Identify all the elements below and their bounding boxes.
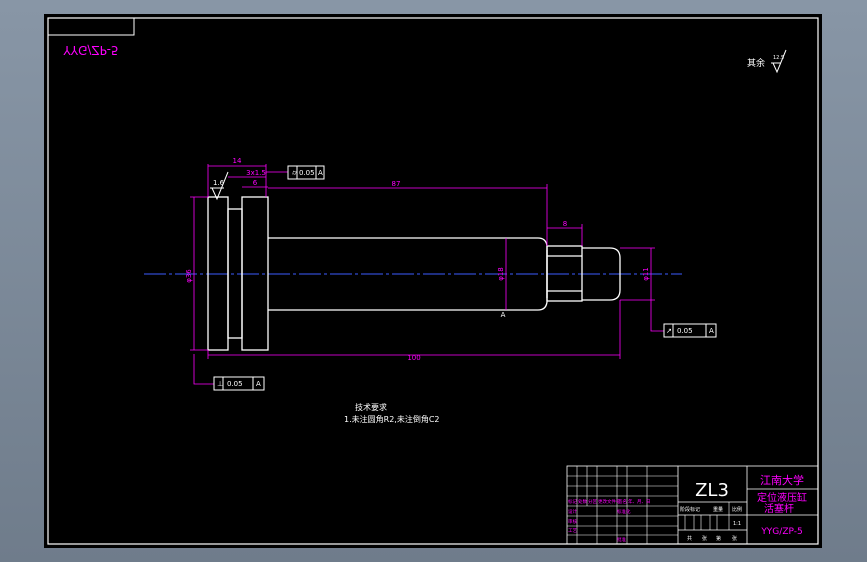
technical-notes: 技术要求 1.未注圆角R2,未注倒角C2 (344, 402, 440, 424)
roughness-value: 12.5 (773, 55, 784, 61)
drawing-canvas: YYG/ZP-5 其余 12.5 14 3x1.5 6 87 8 100 φ36… (47, 17, 819, 545)
title-block-texts: ZL3 江南大学 定位液压缸 活塞杆 YYG/ZP-5 阶段标记 重量 比例 1… (568, 473, 807, 543)
dim-87: 87 (392, 180, 401, 188)
gdt-bottom-datum: A (256, 380, 261, 388)
dim-dia-36: φ36 (185, 269, 193, 283)
gdt-top-tol: 0.05 (299, 169, 315, 177)
role-approve: 批准 (617, 536, 626, 543)
role-design: 设计 (568, 508, 577, 515)
dim-100: 100 (407, 354, 420, 362)
roughness-symbol-icon (772, 49, 787, 74)
weight-label: 重量 (713, 506, 723, 513)
part-name-line1: 定位液压缸 (757, 491, 807, 504)
dim-groove: 3x1.5 (246, 169, 266, 177)
gdt-frame-bottom: ⊥ 0.05 A (213, 376, 265, 391)
notes-title: 技术要求 (355, 402, 387, 412)
header-count: 处数 (578, 498, 587, 505)
role-review: 审核 (568, 518, 577, 525)
header-date: 年、月、日 (628, 498, 651, 505)
stage-label: 阶段标记 (680, 506, 700, 513)
header-mark: 标记 (568, 498, 577, 505)
datum-marker: A (501, 311, 506, 319)
dim-14: 14 (233, 157, 242, 165)
dim-dia-18: φ18 (497, 267, 505, 281)
face-roughness: 1.6 (210, 171, 229, 201)
header-zone: 分区 (588, 498, 597, 505)
role-standard: 标准化 (617, 508, 631, 515)
sheet-total-prefix: 共 (687, 535, 692, 542)
header-signature: 签名 (618, 498, 627, 505)
drawing-sheet: YYG/ZP-5 其余 12.5 14 3x1.5 6 87 8 100 φ36… (44, 14, 822, 548)
dim-6: 6 (253, 179, 258, 187)
gdt-bottom-symbol: ⊥ (217, 380, 223, 388)
part-name-line2: 活塞杆 (764, 502, 794, 515)
inner-border (47, 17, 819, 545)
notes-line1: 1.未注圆角R2,未注倒角C2 (344, 414, 440, 424)
gdt-frame-right: ↗ 0.05 A (663, 323, 717, 338)
company: 江南大学 (760, 473, 804, 487)
role-process: 工艺 (568, 528, 577, 534)
gdt-right-datum: A (709, 327, 714, 335)
drawing-number: YYG/ZP-5 (760, 527, 802, 537)
sheet-total-suffix: 张 (702, 535, 707, 542)
material: ZL3 (695, 480, 729, 501)
drawing-code-box: YYG/ZP-5 (47, 17, 135, 57)
gdt-frame-top: ⌭ 0.05 A (287, 165, 325, 180)
sheet-index-suffix: 张 (732, 535, 737, 542)
face-roughness-value: 1.6 (213, 179, 225, 187)
gdt-right-symbol: ↗ (666, 327, 672, 335)
general-roughness: 其余 12.5 (747, 49, 787, 74)
roughness-label: 其余 (747, 57, 765, 69)
gdt-top-symbol: ⌭ (292, 169, 297, 177)
scale-value: 1:1 (733, 521, 741, 527)
gdt-top-datum: A (318, 169, 323, 177)
dim-dia-11: φ11 (642, 267, 650, 281)
gdt-right-tol: 0.05 (677, 327, 693, 335)
sheet-index-prefix: 第 (716, 535, 721, 542)
scale-label: 比例 (732, 506, 742, 513)
gdt-bottom-tol: 0.05 (227, 380, 243, 388)
dim-8: 8 (563, 220, 567, 228)
drawing-code-mirrored: YYG/ZP-5 (62, 43, 118, 57)
